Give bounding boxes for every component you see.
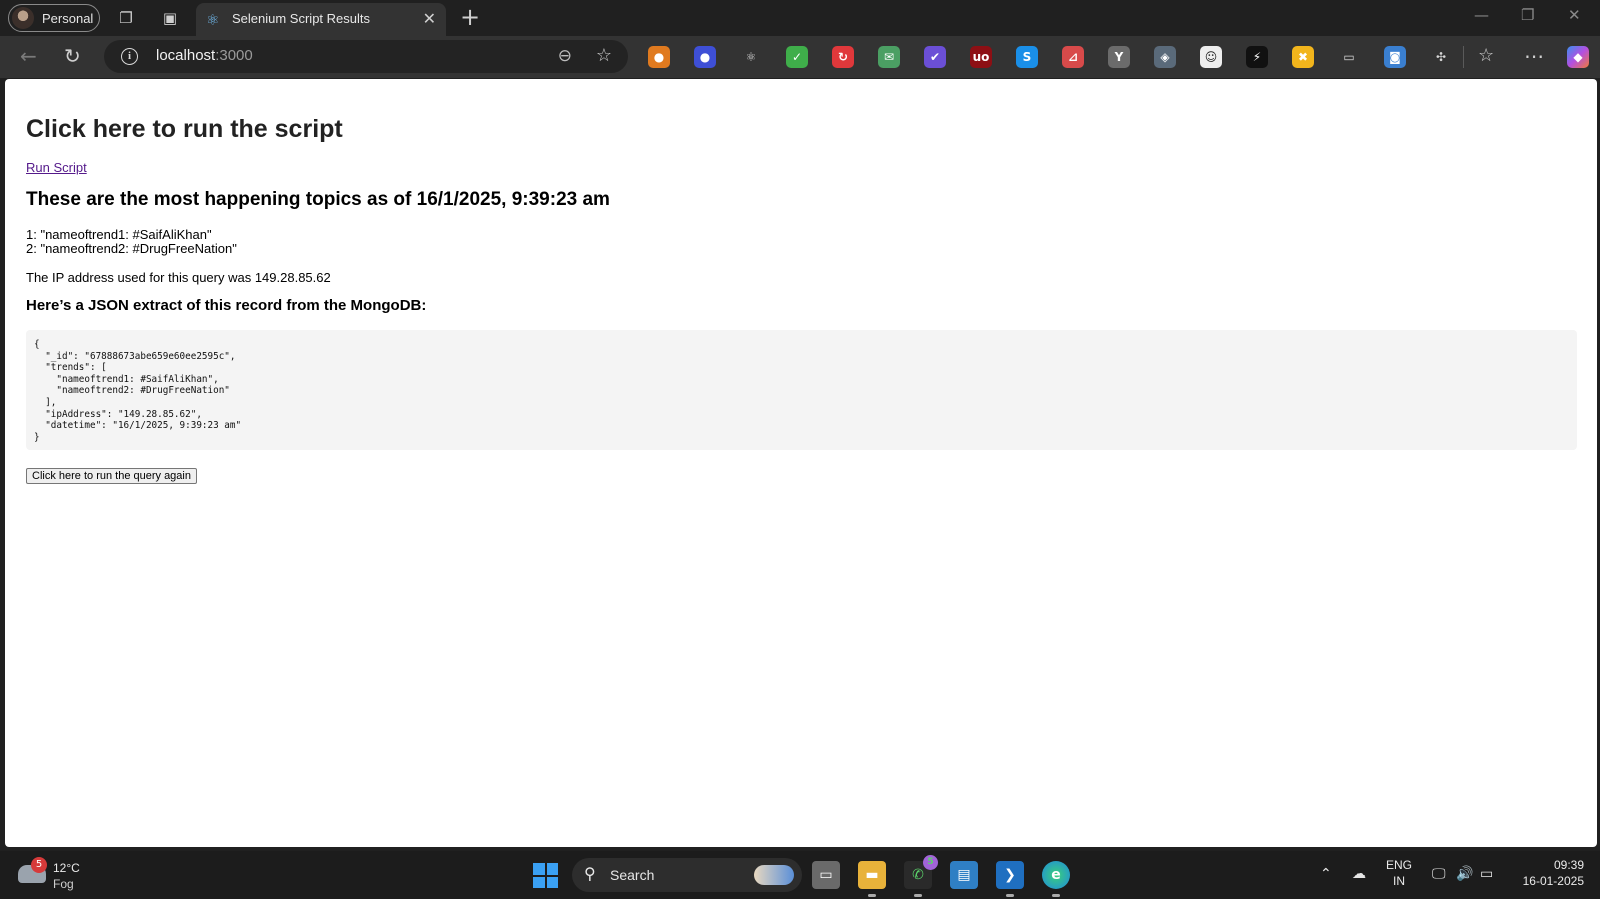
system-clock[interactable]: 09:39 16-01-2025	[1523, 857, 1584, 889]
search-label: Search	[610, 867, 655, 883]
workspaces-icon[interactable]: ❐	[116, 8, 136, 28]
profile-label: Personal	[42, 10, 94, 26]
firefox-like-extension-icon[interactable]: ●	[648, 46, 670, 68]
region-code: IN	[1393, 874, 1405, 888]
clock-time: 09:39	[1553, 858, 1584, 872]
app-window-icon[interactable]: ▤	[950, 861, 978, 889]
refresh-icon[interactable]: ↻	[64, 45, 81, 67]
whatsapp-icon[interactable]: ✆ 5	[904, 855, 938, 897]
language-indicator[interactable]: ENG IN	[1386, 857, 1412, 889]
list-item: 1: "nameoftrend1: #SaifAliKhan"	[26, 227, 212, 242]
shield-extension-icon[interactable]: ✓	[786, 46, 808, 68]
back-arrow-icon[interactable]: ←	[20, 45, 37, 67]
onedrive-cloud-icon[interactable]: ☁	[1352, 866, 1366, 882]
more-menu-icon[interactable]: ⋯	[1524, 45, 1544, 67]
vscode-icon[interactable]: ❯	[996, 861, 1024, 897]
list-item: 2: "nameoftrend2: #DrugFreeNation"	[26, 241, 237, 256]
json-heading: Here’s a JSON extract of this record fro…	[26, 297, 427, 314]
run-script-link[interactable]: Run Script	[26, 160, 87, 175]
file-explorer-icon[interactable]: ▬	[858, 861, 886, 897]
portrait-extension-icon[interactable]: ☺	[1200, 46, 1222, 68]
url-port: :3000	[215, 47, 253, 64]
address-bar[interactable]: i localhost:3000 ⊖ ☆	[104, 40, 628, 73]
ublock-extension-icon[interactable]: uo	[970, 46, 992, 68]
y-extension-icon[interactable]: Y	[1108, 46, 1130, 68]
url-text[interactable]: localhost:3000	[156, 47, 253, 64]
chevron-up-icon[interactable]: ⌃	[1320, 866, 1332, 882]
moon-extension-icon[interactable]: ●	[694, 46, 716, 68]
windows-start-icon[interactable]	[533, 863, 558, 888]
windows-taskbar: 5 12°C Fog ⚲ Search ▭ ▬ ✆ 5 ▤ ❯ e ⌃ ☁ ENG…	[0, 851, 1600, 899]
url-host: localhost	[156, 47, 216, 64]
plus-icon[interactable]: +	[460, 4, 480, 30]
page-viewport: Click here to run the script Run Script …	[5, 79, 1597, 847]
check-extension-icon[interactable]: ✔	[924, 46, 946, 68]
trends-list: 1: "nameoftrend1: #SaifAliKhan" 2: "name…	[26, 228, 237, 256]
search-icon: ⚲	[584, 864, 596, 883]
weather-badge: 5	[31, 857, 47, 873]
json-extract-block: { "_id": "67888673abe659e60ee2595c", "tr…	[26, 330, 1577, 450]
cast-extension-icon[interactable]: ▭	[1338, 46, 1360, 68]
whatsapp-badge: 5	[923, 855, 938, 870]
network-icon[interactable]: 🖵	[1432, 866, 1446, 882]
battery-icon[interactable]: ▭	[1480, 866, 1493, 882]
search-highlight-icon	[754, 865, 794, 885]
shazam-extension-icon[interactable]: S	[1016, 46, 1038, 68]
mail-extension-icon[interactable]: ✉	[878, 46, 900, 68]
zoom-out-icon[interactable]: ⊖	[558, 46, 572, 66]
edge-icon[interactable]: e	[1042, 861, 1070, 897]
screenshot-extension-icon[interactable]: ◙	[1384, 46, 1406, 68]
weather-widget[interactable]: 5 12°C Fog	[18, 857, 98, 893]
weather-condition: Fog	[53, 877, 74, 891]
language-code: ENG	[1386, 858, 1413, 872]
browser-titlebar: Personal ❐ ▣ ⚛ Selenium Script Results ✕…	[0, 0, 1600, 36]
profile-avatar	[12, 7, 34, 29]
pdf-extension-icon[interactable]: ⊿	[1062, 46, 1084, 68]
site-info-icon[interactable]: i	[121, 48, 138, 65]
page-heading: Click here to run the script	[26, 115, 343, 143]
vertical-tabs-icon[interactable]: ▣	[160, 8, 180, 28]
task-view-icon[interactable]: ▭	[812, 861, 840, 889]
volume-icon[interactable]: 🔊	[1456, 866, 1473, 882]
emoji-extension-icon[interactable]: ✖	[1292, 46, 1314, 68]
sync-extension-icon[interactable]: ↻	[832, 46, 854, 68]
guard-extension-icon[interactable]: ◈	[1154, 46, 1176, 68]
run-query-again-button[interactable]: Click here to run the query again	[26, 468, 197, 484]
favorites-icon[interactable]: ☆	[1478, 45, 1494, 67]
trends-heading: These are the most happening topics as o…	[26, 189, 610, 210]
restore-icon[interactable]: ❐	[1521, 6, 1534, 24]
temperature: 12°C	[53, 861, 80, 875]
toolbar-divider	[1463, 46, 1464, 68]
clock-date: 16-01-2025	[1522, 874, 1584, 888]
taskbar-search[interactable]: ⚲ Search	[572, 858, 802, 892]
react-devtools-extension-icon[interactable]: ⚛	[740, 46, 762, 68]
tab-selenium-script-results[interactable]: ⚛ Selenium Script Results ✕	[196, 3, 446, 36]
ip-address-text: The IP address used for this query was 1…	[26, 270, 331, 285]
tab-title: Selenium Script Results	[232, 11, 370, 26]
bolt-extension-icon[interactable]: ⚡	[1246, 46, 1268, 68]
puzzle-extensions-icon[interactable]: ✣	[1430, 46, 1452, 68]
copilot-icon[interactable]: ◆	[1567, 46, 1589, 68]
close-icon[interactable]: ✕	[423, 9, 436, 28]
window-close-icon[interactable]: ✕	[1568, 6, 1581, 24]
browser-toolbar: ← ↻ i localhost:3000 ⊖ ☆ ● ● ⚛ ✓ ↻ ✉ ✔ uo S ⊿ Y ◈ ☺ ⚡…	[0, 36, 1600, 78]
favorite-star-icon[interactable]: ☆	[596, 45, 612, 66]
profile-button[interactable]: Personal	[8, 4, 100, 32]
minimize-icon[interactable]: —	[1474, 6, 1489, 24]
react-atom-icon: ⚛	[206, 11, 220, 29]
